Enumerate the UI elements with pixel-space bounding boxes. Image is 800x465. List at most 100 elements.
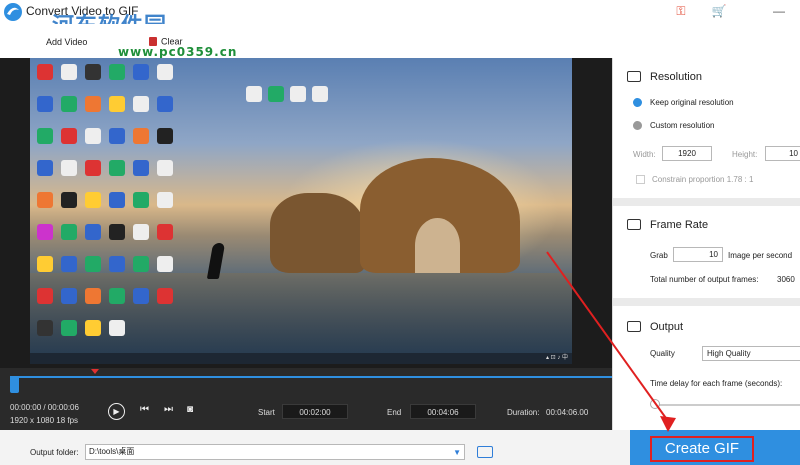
- section-divider: [613, 198, 800, 206]
- output-title: Output: [650, 321, 684, 333]
- height-input[interactable]: 10: [765, 146, 800, 161]
- create-gif-area: Create GIF: [630, 430, 800, 465]
- bottom-bar: Output folder: D:\tools\桌面 ▼ Create GIF: [0, 430, 800, 465]
- desktop-icon: [37, 192, 53, 208]
- keep-original-label: Keep original resolution: [650, 98, 734, 107]
- watermark-url: www.pc0359.cn: [118, 45, 238, 59]
- desktop-icon: [157, 224, 173, 240]
- custom-resolution-radio[interactable]: [633, 121, 642, 130]
- desktop-icon: [61, 288, 77, 304]
- desktop-icon: [85, 128, 101, 144]
- timeline-panel: 00:00:00 / 00:00:06 1920 x 1080 18 fps ▶…: [0, 368, 628, 430]
- desktop-icon: [157, 128, 173, 144]
- desktop-icon: [37, 288, 53, 304]
- desktop-taskbar: ▴ ⊡ ♪ 中: [30, 353, 572, 364]
- desktop-icon: [133, 96, 149, 112]
- grab-input[interactable]: 10: [673, 247, 723, 262]
- keep-original-radio[interactable]: [633, 98, 642, 107]
- desktop-icon: [246, 86, 262, 102]
- desktop-icon: [85, 160, 101, 176]
- desktop-icon: [268, 86, 284, 102]
- desktop-icon: [157, 256, 173, 272]
- desktop-icon: [37, 96, 53, 112]
- output-folder-field[interactable]: D:\tools\桌面 ▼: [85, 444, 465, 460]
- prev-frame-icon[interactable]: ⏮: [140, 404, 149, 415]
- desktop-icon: [85, 288, 101, 304]
- desktop-icon: [157, 288, 173, 304]
- taskbar-tray: ▴ ⊡ ♪ 中: [545, 355, 568, 361]
- desktop-icon: [133, 192, 149, 208]
- desktop-icon: [61, 160, 77, 176]
- desktop-icon: [61, 96, 77, 112]
- snapshot-icon[interactable]: ◙: [187, 404, 193, 415]
- desktop-icons: [34, 62, 184, 336]
- output-icon: [627, 321, 641, 332]
- quality-label: Quality: [650, 349, 675, 358]
- custom-resolution-label: Custom resolution: [650, 121, 715, 130]
- resolution-title: Resolution: [650, 71, 702, 83]
- desktop-icon: [133, 128, 149, 144]
- play-button[interactable]: ▶: [108, 403, 125, 420]
- desktop-icon: [85, 256, 101, 272]
- width-label: Width:: [633, 150, 656, 159]
- desktop-icon: [109, 320, 125, 336]
- minimize-button[interactable]: —: [770, 2, 788, 20]
- desktop-icon: [133, 224, 149, 240]
- desktop-icon: [61, 256, 77, 272]
- desktop-icon: [109, 128, 125, 144]
- resolution-fps: 1920 x 1080 18 fps: [10, 416, 79, 425]
- desktop-icon: [85, 320, 101, 336]
- playhead-marker[interactable]: [91, 369, 99, 374]
- desktop-icon: [133, 288, 149, 304]
- folder-icon[interactable]: [477, 446, 493, 458]
- next-frame-icon[interactable]: ⏭: [164, 404, 173, 415]
- desktop-icon: [157, 64, 173, 80]
- per-second-label: Image per second: [728, 251, 793, 260]
- desktop-icon: [290, 86, 306, 102]
- settings-panel: Resolution Keep original resolution Cust…: [612, 58, 800, 430]
- constrain-checkbox[interactable]: [636, 175, 645, 184]
- video-preview[interactable]: ▴ ⊡ ♪ 中: [0, 58, 612, 368]
- desktop-icon: [85, 192, 101, 208]
- frame-rate-title: Frame Rate: [650, 219, 709, 231]
- width-input[interactable]: 1920: [662, 146, 712, 161]
- desktop-icon: [61, 224, 77, 240]
- desktop-icon: [133, 64, 149, 80]
- app-logo-icon: [4, 3, 22, 21]
- desktop-icon: [157, 192, 173, 208]
- desktop-icon: [157, 96, 173, 112]
- start-time-input[interactable]: 00:02:00: [282, 404, 348, 419]
- quality-select[interactable]: High Quality: [702, 346, 800, 361]
- desktop-icon: [61, 128, 77, 144]
- add-video-button[interactable]: Add Video: [46, 37, 87, 47]
- key-icon[interactable]: ⚿: [672, 2, 690, 20]
- create-gif-button[interactable]: Create GIF: [650, 436, 754, 462]
- desktop-icon: [133, 256, 149, 272]
- desktop-icon: [109, 64, 125, 80]
- desktop-icon: [109, 256, 125, 272]
- cart-icon[interactable]: 🛒: [710, 2, 728, 20]
- range-start-handle[interactable]: [10, 376, 19, 393]
- desktop-icon: [61, 64, 77, 80]
- desktop-icon: [61, 192, 77, 208]
- desktop-icon: [37, 224, 53, 240]
- desktop-icon: [133, 160, 149, 176]
- delay-slider-track[interactable]: [653, 404, 800, 406]
- desktop-icon: [37, 128, 53, 144]
- desktop-icons-top: [246, 84, 328, 102]
- frame-rate-icon: [627, 219, 641, 230]
- current-time: 00:00:00 / 00:00:06: [10, 403, 79, 412]
- timeline-track[interactable]: [10, 376, 628, 378]
- end-time-input[interactable]: 00:04:06: [410, 404, 476, 419]
- title-bar: Convert Video to GIF 河东软件园 ⚿ 🛒 —: [0, 0, 800, 39]
- total-frames-label: Total number of output frames:: [650, 275, 759, 284]
- desktop-icon: [85, 96, 101, 112]
- constrain-label: Constrain proportion 1.78 : 1: [652, 175, 754, 184]
- desktop-icon: [109, 96, 125, 112]
- chevron-down-icon[interactable]: ▼: [453, 446, 461, 460]
- video-frame: ▴ ⊡ ♪ 中: [30, 58, 572, 364]
- resolution-icon: [627, 71, 641, 82]
- grab-label: Grab: [650, 251, 668, 260]
- delay-slider-handle[interactable]: [650, 399, 660, 409]
- output-folder-value: D:\tools\桌面: [89, 447, 135, 456]
